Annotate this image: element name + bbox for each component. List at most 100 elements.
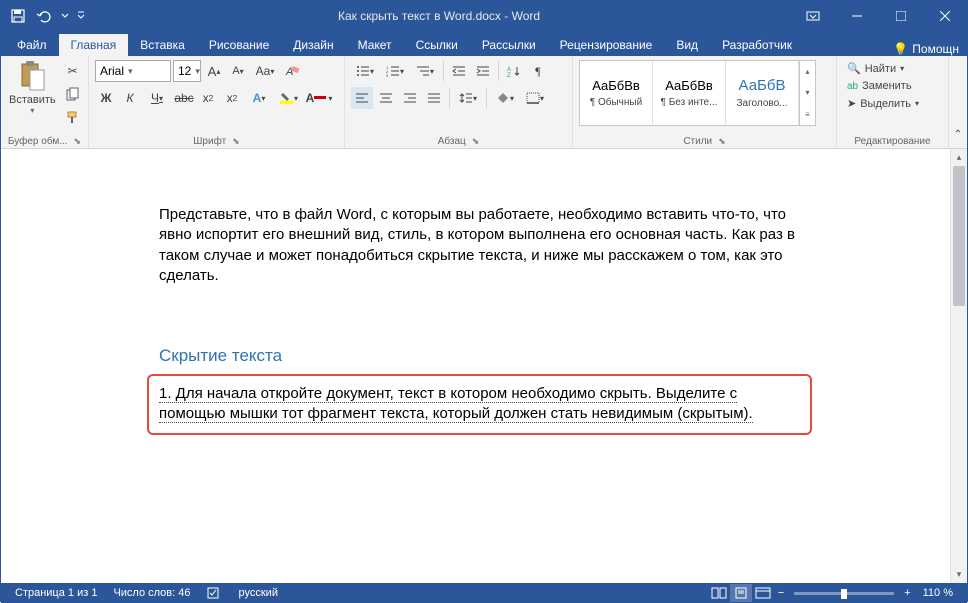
ribbon-options-button[interactable] — [791, 1, 835, 31]
clear-formatting-button[interactable]: A — [281, 60, 303, 82]
titlebar: Как скрыть текст в Word.docx - Word — [1, 1, 967, 31]
borders-button[interactable]: ▾ — [521, 87, 549, 109]
style-nospacing[interactable]: АаБбВв ¶ Без инте... — [653, 61, 726, 125]
maximize-button[interactable] — [879, 1, 923, 31]
zoom-level[interactable]: 110 % — [915, 587, 961, 599]
scroll-up-button[interactable]: ▴ — [951, 149, 967, 166]
group-editing-label: Редактирование — [854, 136, 930, 147]
style-heading1[interactable]: АаБбВ Заголово... — [726, 61, 799, 125]
align-right-button[interactable] — [399, 87, 421, 109]
bold-button[interactable]: Ж — [95, 87, 117, 109]
font-color-button[interactable]: A▾ — [305, 87, 333, 109]
text-effects-button[interactable]: A▾ — [245, 87, 273, 109]
font-size-combo[interactable]: 12▾ — [173, 60, 201, 82]
svg-text:A: A — [285, 66, 293, 78]
tab-file[interactable]: Файл — [5, 34, 59, 56]
document-canvas[interactable]: Представьте, что в файл Word, с которым … — [1, 149, 950, 583]
paste-button[interactable]: Вставить ▾ — [5, 58, 60, 117]
tab-developer[interactable]: Разработчик — [710, 34, 804, 56]
tab-layout[interactable]: Макет — [346, 34, 404, 56]
window-title: Как скрыть текст в Word.docx - Word — [87, 9, 791, 23]
copy-button[interactable] — [62, 83, 84, 105]
highlighted-region: 1. Для начала откройте документ, текст в… — [147, 374, 812, 435]
scroll-down-button[interactable]: ▾ — [951, 566, 967, 583]
zoom-out-button[interactable]: − — [774, 587, 788, 599]
decrease-indent-button[interactable] — [448, 60, 470, 82]
save-button[interactable] — [7, 5, 29, 27]
group-font-label: Шрифт — [193, 136, 226, 147]
document-area: Представьте, что в файл Word, с которым … — [1, 149, 967, 583]
read-mode-button[interactable] — [708, 584, 730, 602]
web-layout-button[interactable] — [752, 584, 774, 602]
print-layout-button[interactable] — [730, 584, 752, 602]
change-case-button[interactable]: Aa▾ — [251, 60, 279, 82]
cursor-icon: ➤ — [847, 97, 856, 110]
replace-button[interactable]: abЗаменить — [843, 78, 923, 94]
italic-button[interactable]: К — [119, 87, 141, 109]
tab-mailings[interactable]: Рассылки — [470, 34, 548, 56]
format-painter-button[interactable] — [62, 106, 84, 128]
style-normal[interactable]: АаБбВв ¶ Обычный — [580, 61, 653, 125]
justify-button[interactable] — [423, 87, 445, 109]
tell-me[interactable]: 💡 Помощн — [893, 42, 967, 56]
highlight-button[interactable]: ▾ — [275, 87, 303, 109]
spellcheck-button[interactable] — [199, 586, 231, 600]
tab-insert[interactable]: Вставка — [128, 34, 197, 56]
cut-button[interactable]: ✂ — [62, 60, 84, 82]
search-icon: 🔍 — [847, 62, 861, 75]
collapse-ribbon-button[interactable]: ⌃ — [949, 123, 967, 145]
group-styles-label: Стили — [683, 136, 712, 147]
vertical-scrollbar[interactable]: ▴ ▾ — [950, 149, 967, 583]
shading-button[interactable]: ▾ — [491, 87, 519, 109]
increase-indent-button[interactable] — [472, 60, 494, 82]
tab-draw[interactable]: Рисование — [197, 34, 281, 56]
statusbar: Страница 1 из 1 Число слов: 46 русский −… — [1, 583, 967, 603]
replace-icon: ab — [847, 81, 858, 92]
tab-references[interactable]: Ссылки — [404, 34, 470, 56]
find-button[interactable]: 🔍Найти▾ — [843, 60, 923, 77]
tab-design[interactable]: Дизайн — [281, 34, 345, 56]
shrink-font-button[interactable]: A▾ — [227, 60, 249, 82]
minimize-button[interactable] — [835, 1, 879, 31]
align-left-button[interactable] — [351, 87, 373, 109]
page-indicator[interactable]: Страница 1 из 1 — [7, 587, 105, 599]
zoom-slider[interactable] — [794, 592, 894, 595]
sort-button[interactable]: AZ — [503, 60, 525, 82]
grow-font-button[interactable]: A▴ — [203, 60, 225, 82]
word-count[interactable]: Число слов: 46 — [105, 587, 198, 599]
group-clipboard: Вставить ▾ ✂ Буфер обм...⬊ — [1, 56, 89, 148]
close-button[interactable] — [923, 1, 967, 31]
zoom-in-button[interactable]: + — [900, 587, 914, 599]
styles-more[interactable]: ▴▾≡ — [799, 61, 815, 125]
document-paragraph[interactable]: Представьте, что в файл Word, с которым … — [159, 205, 800, 286]
superscript-button[interactable]: x2 — [221, 87, 243, 109]
font-name-combo[interactable]: Arial▾ — [95, 60, 171, 82]
multilevel-list-button[interactable]: ▾ — [411, 60, 439, 82]
language-indicator[interactable]: русский — [231, 587, 286, 599]
tab-view[interactable]: Вид — [664, 34, 710, 56]
qat-customize[interactable] — [75, 5, 87, 27]
align-center-button[interactable] — [375, 87, 397, 109]
bullets-button[interactable]: ▾ — [351, 60, 379, 82]
redo-button[interactable] — [59, 5, 71, 27]
tab-home[interactable]: Главная — [59, 34, 129, 56]
document-heading[interactable]: Скрытие текста — [159, 346, 800, 366]
underline-button[interactable]: Ч▾ — [143, 87, 171, 109]
select-button[interactable]: ➤Выделить▾ — [843, 95, 923, 112]
paste-icon — [16, 60, 48, 92]
tab-review[interactable]: Рецензирование — [548, 34, 665, 56]
line-spacing-button[interactable]: ▾ — [454, 87, 482, 109]
scroll-thumb[interactable] — [953, 166, 965, 306]
document-step[interactable]: 1. Для начала откройте документ, текст в… — [159, 384, 800, 425]
group-editing: 🔍Найти▾ abЗаменить ➤Выделить▾ Редактиров… — [837, 56, 949, 148]
styles-launcher[interactable]: ⬊ — [718, 136, 726, 147]
styles-gallery[interactable]: АаБбВв ¶ Обычный АаБбВв ¶ Без инте... Аа… — [579, 60, 816, 126]
font-launcher[interactable]: ⬊ — [232, 136, 240, 147]
paragraph-launcher[interactable]: ⬊ — [472, 136, 480, 147]
undo-button[interactable] — [33, 5, 55, 27]
clipboard-launcher[interactable]: ⬊ — [74, 136, 82, 147]
strikethrough-button[interactable]: abc — [173, 87, 195, 109]
show-marks-button[interactable]: ¶ — [527, 60, 549, 82]
numbering-button[interactable]: 123▾ — [381, 60, 409, 82]
subscript-button[interactable]: x2 — [197, 87, 219, 109]
